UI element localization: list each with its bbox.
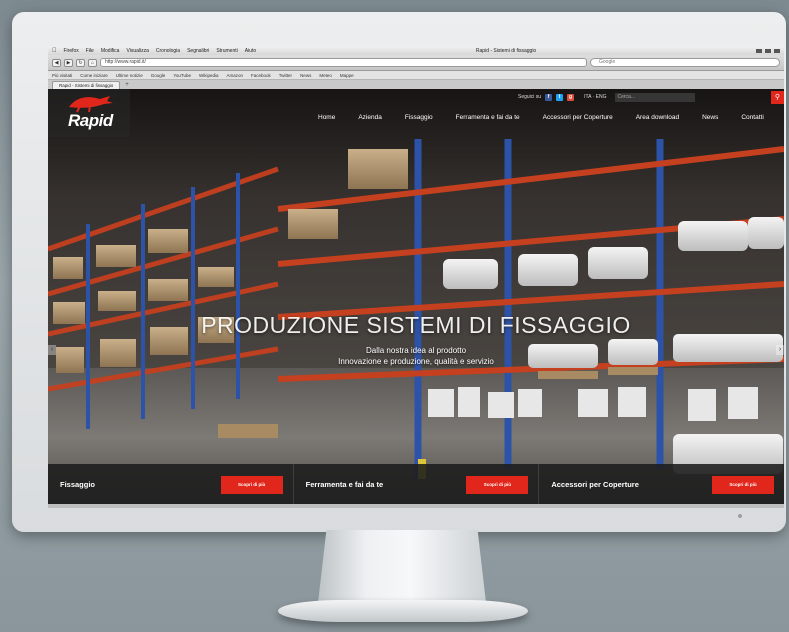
logo[interactable]: Rapid — [48, 89, 130, 137]
bookmark-item[interactable]: Amazon — [227, 73, 244, 78]
url-input[interactable]: http://www.rapid.it/ — [100, 58, 587, 67]
feature-strip: Fissaggio Scopri di più Ferramenta e fai… — [48, 464, 784, 504]
menu-item[interactable]: Aiuto — [245, 48, 256, 54]
nav-item-news[interactable]: News — [702, 114, 718, 121]
bookmark-item[interactable]: Wikipedia — [199, 73, 219, 78]
nav-item-accessori[interactable]: Accessori per Coperture — [543, 114, 613, 121]
site-header: Rapid Seguici su f t g ITA · ENG Cerca..… — [48, 89, 784, 137]
feature-card: Accessori per Coperture Scopri di più — [539, 464, 784, 504]
menu-item[interactable]: Modifica — [101, 48, 120, 54]
forward-button[interactable]: ▶ — [64, 58, 73, 67]
slider-next-arrow-icon[interactable]: › — [776, 345, 784, 355]
bookmark-item[interactable]: Facebook — [251, 73, 271, 78]
slider-title: PRODUZIONE SISTEMI DI FISSAGGIO — [201, 312, 631, 338]
feature-card: Ferramenta e fai da te Scopri di più — [293, 464, 540, 504]
window-title: Rapid - Sistemi di fissaggio — [473, 47, 536, 54]
clock-icon[interactable] — [774, 48, 780, 53]
browser-search-input[interactable]: Google — [590, 58, 780, 67]
social-label: Seguici su — [518, 94, 542, 100]
browser-toolbar: ◀ ▶ ↻ ⌂ http://www.rapid.it/ Google — [48, 55, 784, 71]
feature-title: Accessori per Coperture — [551, 480, 639, 489]
menu-item[interactable]: Strumenti — [216, 48, 237, 54]
bookmark-item[interactable]: Più visitati — [52, 73, 72, 78]
menu-app[interactable]: Firefox — [64, 48, 79, 54]
main-nav: Home Azienda Fissaggio Ferramenta e fai … — [318, 114, 764, 121]
nav-item-fissaggio[interactable]: Fissaggio — [405, 114, 433, 121]
bookmark-item[interactable]: Come iniziare — [80, 73, 108, 78]
feature-more-button[interactable]: Scopri di più — [712, 476, 775, 494]
nav-item-azienda[interactable]: Azienda — [358, 114, 382, 121]
site-search-input[interactable]: Cerca... — [614, 92, 695, 102]
feature-title: Ferramenta e fai da te — [305, 480, 384, 489]
bookmark-item[interactable]: Twitter — [279, 73, 292, 78]
os-menubar:  Firefox File Modifica Visualizza Crono… — [48, 46, 784, 55]
wifi-icon[interactable] — [756, 48, 762, 53]
home-button[interactable]: ⌂ — [88, 58, 97, 67]
bookmark-item[interactable]: News — [300, 73, 311, 78]
nav-item-home[interactable]: Home — [318, 114, 335, 121]
system-tray — [756, 48, 780, 53]
bookmark-item[interactable]: Ultime notizie — [116, 73, 143, 78]
slider-subtitle-2: Innovazione e produzione, qualità e serv… — [338, 357, 494, 366]
feature-card: Fissaggio Scopri di più — [48, 464, 294, 504]
warehouse-shelves-illustration — [48, 139, 784, 479]
twitter-icon[interactable]: t — [556, 93, 564, 101]
screen:  Firefox File Modifica Visualizza Crono… — [48, 46, 784, 508]
monitor:  Firefox File Modifica Visualizza Crono… — [12, 12, 786, 532]
slider-subtitle: Dalla nostra idea al prodotto — [365, 346, 467, 355]
monitor-stand-neck — [317, 530, 487, 608]
nav-item-area-download[interactable]: Area download — [636, 114, 679, 121]
facebook-icon[interactable]: f — [545, 93, 553, 101]
menu-item[interactable]: Cronologia — [156, 48, 180, 54]
menu-item[interactable]: File — [86, 48, 94, 54]
monitor-stand-base — [278, 600, 528, 622]
browser-statusbar — [48, 504, 784, 508]
bookmark-item[interactable]: YouTube — [173, 73, 191, 78]
bookmark-item[interactable]: Meteo — [319, 73, 332, 78]
nav-item-ferramenta[interactable]: Ferramenta e fai da te — [456, 114, 520, 121]
tab-strip: Rapid - Sistemi di fissaggio + — [48, 80, 784, 89]
website: Rapid Seguici su f t g ITA · ENG Cerca..… — [48, 89, 784, 508]
feature-more-button[interactable]: Scopri di più — [220, 476, 283, 494]
search-icon[interactable]: ⚲ — [771, 91, 784, 104]
menu-item[interactable]: Segnalibri — [187, 48, 209, 54]
apple-icon[interactable]:  — [52, 48, 57, 54]
logo-text: Rapid — [68, 111, 113, 130]
language-switch[interactable]: ITA · ENG — [584, 94, 606, 100]
reload-button[interactable]: ↻ — [76, 58, 85, 67]
slider-prev-arrow-icon[interactable]: ‹ — [48, 345, 56, 355]
bookmarks-bar: Più visitati Come iniziare Ultime notizi… — [48, 71, 784, 80]
bookmark-item[interactable]: Google — [151, 73, 166, 78]
power-led — [738, 514, 742, 518]
rapid-dinosaur-icon — [69, 96, 113, 113]
feature-title: Fissaggio — [60, 480, 96, 489]
bookmark-item[interactable]: Mappe — [340, 73, 354, 78]
back-button[interactable]: ◀ — [52, 58, 61, 67]
topbar: Seguici su f t g ITA · ENG Cerca... — [518, 92, 695, 102]
menu-item[interactable]: Visualizza — [126, 48, 148, 54]
battery-icon[interactable] — [765, 48, 771, 53]
browser-tab[interactable]: Rapid - Sistemi di fissaggio — [52, 81, 121, 89]
googleplus-icon[interactable]: g — [567, 93, 575, 101]
nav-item-contatti[interactable]: Contatti — [741, 114, 763, 121]
new-tab-button[interactable]: + — [120, 82, 134, 89]
feature-more-button[interactable]: Scopri di più — [466, 476, 529, 494]
